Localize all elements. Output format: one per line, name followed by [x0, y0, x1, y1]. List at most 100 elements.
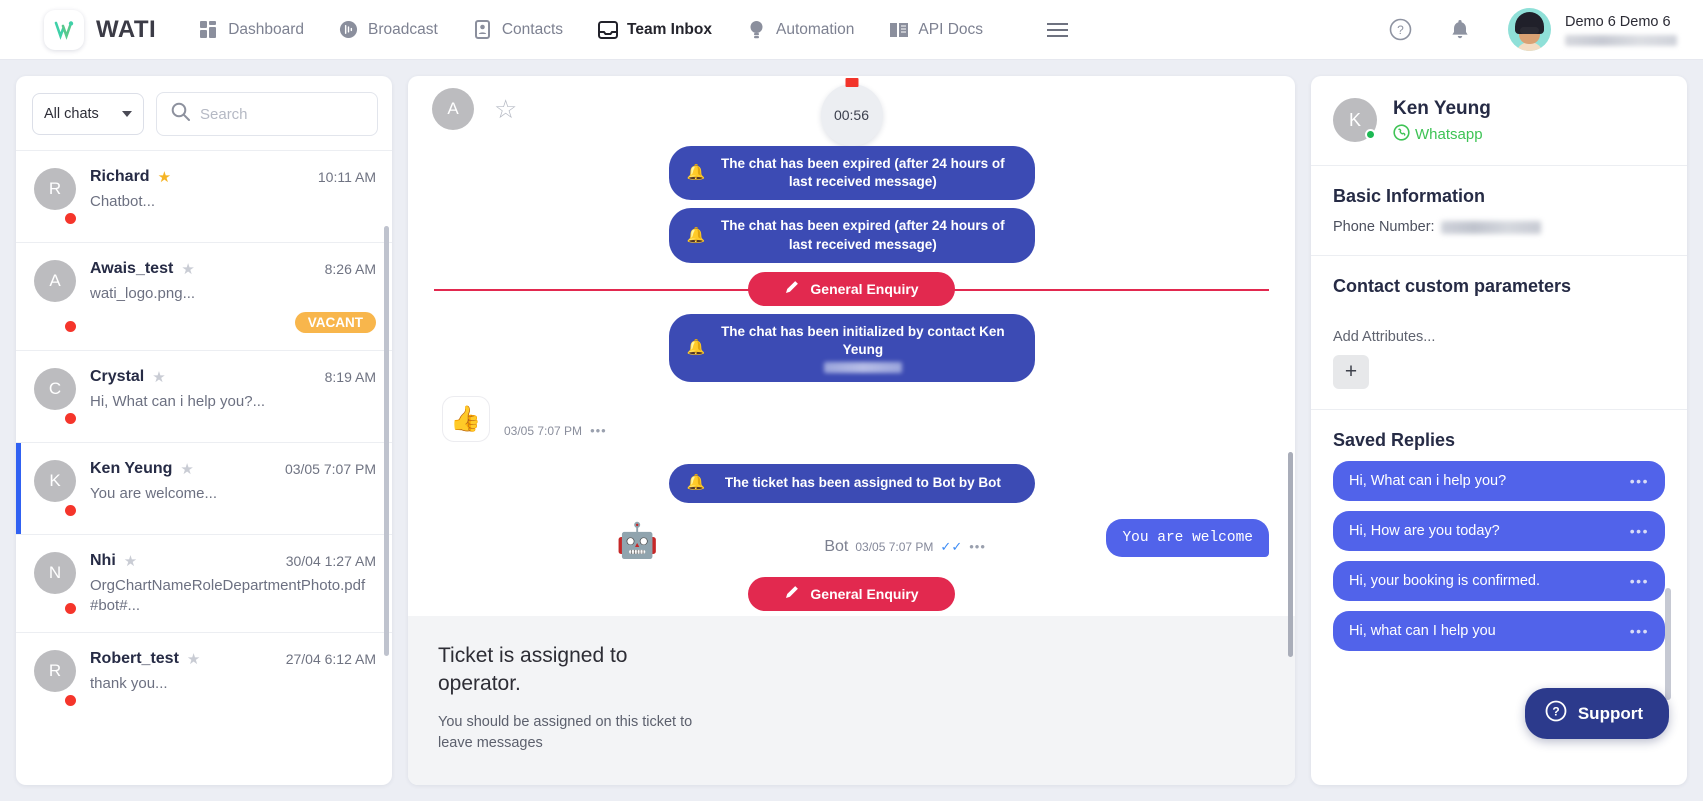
bell-icon: 🔔	[686, 164, 706, 182]
chat-name: Robert_test	[90, 650, 179, 668]
saved-replies-section: Saved Replies	[1311, 409, 1687, 461]
star-outline-icon[interactable]: ★	[187, 650, 200, 668]
chat-name: Richard	[90, 168, 150, 185]
book-icon	[888, 19, 909, 40]
chat-list-item[interactable]: N Nhi ★ 30/04 1:27 AM OrgChartNameRoleDepart…	[16, 533, 392, 633]
chat-list-item[interactable]: K Ken Yeung ★ 03/05 7:07 PM You are welcome.…	[16, 441, 392, 534]
star-outline-icon[interactable]: ★	[181, 260, 194, 278]
search-placeholder: Search	[200, 105, 248, 123]
chat-avatar: N	[34, 551, 76, 616]
saved-reply-item[interactable]: Hi, what can I help you •••	[1333, 611, 1665, 651]
chat-list-items: R Richard ★ 10:11 AM Chatbot... A Awais_test ★ 8…	[16, 150, 392, 785]
header-actions: ? Demo 6 Demo 6	[1389, 8, 1677, 51]
enquiry-divider-2: General Enquiry	[434, 576, 1269, 611]
saved-reply-item[interactable]: Hi, What can i help you? •••	[1333, 461, 1665, 501]
bot-name: Bot	[824, 537, 849, 555]
dashboard-icon	[198, 19, 219, 40]
chat-list-item[interactable]: R Richard ★ 10:11 AM Chatbot...	[16, 150, 392, 242]
saved-reply-item[interactable]: Hi, your booking is confirmed. •••	[1333, 561, 1665, 601]
chat-avatar: K	[34, 459, 76, 517]
chat-list-item[interactable]: A Awais_test ★ 8:26 AM wati_logo.png... VACAN…	[16, 242, 392, 350]
phone-number-label: Phone Number:	[1333, 219, 1435, 235]
chat-list-scrollbar[interactable]	[384, 226, 389, 656]
enquiry-label: General Enquiry	[810, 280, 919, 297]
chat-name: Awais_test	[90, 260, 174, 277]
nav-contacts[interactable]: Contacts	[472, 19, 563, 40]
support-label: Support	[1577, 703, 1643, 723]
timer-flag-icon	[845, 78, 858, 87]
svg-text:?: ?	[1552, 705, 1559, 719]
chat-list-item[interactable]: R Robert_test ★ 27/04 6:12 AM thank you...	[16, 632, 392, 724]
chat-avatar: A	[34, 260, 76, 333]
session-timer: 00:56	[820, 78, 883, 146]
chat-time: 27/04 6:12 AM	[285, 651, 376, 668]
emoji-message: 👍	[442, 396, 490, 443]
star-outline-icon[interactable]: ★	[152, 368, 165, 386]
chat-name: Crystal	[90, 367, 145, 385]
saved-reply-options-icon[interactable]: •••	[1630, 473, 1649, 489]
bot-message-time: 03/05 7:07 PM	[855, 539, 934, 554]
saved-reply-options-icon[interactable]: •••	[1630, 573, 1649, 589]
read-receipt-icon: ✓✓	[940, 538, 963, 554]
bell-icon: 🔔	[686, 338, 706, 356]
conversation-scrollbar[interactable]	[1288, 452, 1293, 657]
hamburger-icon[interactable]	[1047, 22, 1069, 37]
enquiry-pill[interactable]: General Enquiry	[748, 271, 955, 306]
saved-reply-item[interactable]: Hi, How are you today? •••	[1333, 511, 1665, 551]
nav-api-docs[interactable]: API Docs	[888, 19, 983, 40]
saved-reply-text: Hi, what can I help you	[1349, 623, 1496, 639]
nav-api-docs-label: API Docs	[918, 20, 984, 38]
enquiry-pill-2[interactable]: General Enquiry	[748, 576, 955, 611]
system-message-text: The chat has been expired (after 24 hour…	[721, 218, 1005, 252]
star-outline-icon[interactable]: ★	[124, 552, 137, 570]
user-email-redacted	[1565, 35, 1677, 47]
chat-list-toolbar: All chats Search	[16, 76, 392, 150]
help-circle-icon[interactable]: ?	[1389, 18, 1412, 41]
nav-broadcast-label: Broadcast	[368, 20, 438, 38]
add-attribute-button[interactable]: +	[1333, 355, 1369, 389]
user-name: Demo 6 Demo 6	[1565, 13, 1671, 30]
message-area: 🔔 The chat has been expired (after 24 ho…	[408, 142, 1295, 785]
star-filled-icon[interactable]: ★	[158, 168, 171, 186]
nav-automation[interactable]: Automation	[746, 19, 854, 40]
chat-preview: You are welcome...	[90, 484, 218, 502]
chat-avatar-initial: R	[34, 650, 76, 693]
saved-reply-text: Hi, How are you today?	[1349, 523, 1500, 539]
message-options-icon[interactable]: •••	[590, 423, 607, 438]
nav-broadcast[interactable]: Broadcast	[338, 19, 438, 40]
system-message-text: The chat has been initialized by contact…	[721, 323, 1005, 358]
bell-icon[interactable]	[1450, 19, 1470, 41]
notice-title: Ticket is assigned to operator.	[438, 643, 628, 696]
search-input[interactable]: Search	[156, 92, 378, 136]
chat-time: 03/05 7:07 PM	[284, 460, 376, 477]
nav-dashboard[interactable]: Dashboard	[198, 19, 304, 40]
unread-dot	[65, 412, 76, 424]
bot-message-meta: Bot 03/05 7:07 PM ✓✓ •••	[824, 538, 986, 556]
contact-name: Ken Yeung	[1393, 98, 1491, 119]
bell-icon: 🔔	[686, 474, 706, 492]
saved-reply-options-icon[interactable]: •••	[1630, 523, 1649, 539]
basic-information-title: Basic Information	[1333, 186, 1486, 206]
saved-replies-scrollbar[interactable]	[1665, 588, 1671, 700]
message-options-icon[interactable]: •••	[969, 539, 986, 554]
chat-avatar-initial: K	[34, 459, 76, 502]
chat-preview: OrgChartNameRoleDepartmentPhoto.pdf #bot…	[90, 576, 366, 614]
saved-reply-options-icon[interactable]: •••	[1630, 623, 1649, 639]
bot-avatar-icon: 🤖	[616, 521, 659, 560]
chat-filter-label: All chats	[44, 106, 99, 122]
star-outline-icon[interactable]: ★	[180, 460, 193, 478]
system-message-text: The ticket has been assigned to Bot by B…	[724, 475, 1001, 491]
chat-filter-select[interactable]: All chats	[32, 93, 144, 135]
unread-dot	[65, 504, 76, 516]
broadcast-icon	[338, 19, 359, 40]
contact-channel-label: Whatsapp	[1415, 126, 1483, 143]
star-outline-icon[interactable]: ☆	[494, 96, 517, 122]
nav-team-inbox[interactable]: Team Inbox	[597, 19, 712, 40]
redacted-text	[823, 362, 902, 374]
brand[interactable]: WATI	[44, 9, 156, 50]
conversation-header: A ☆ 00:56	[408, 76, 1295, 146]
enquiry-divider: General Enquiry	[434, 271, 1269, 306]
user-menu[interactable]: Demo 6 Demo 6	[1508, 8, 1677, 51]
support-button[interactable]: ? Support	[1524, 688, 1669, 739]
chat-list-item[interactable]: C Crystal ★ 8:19 AM Hi, What can i help you?…	[16, 349, 392, 442]
